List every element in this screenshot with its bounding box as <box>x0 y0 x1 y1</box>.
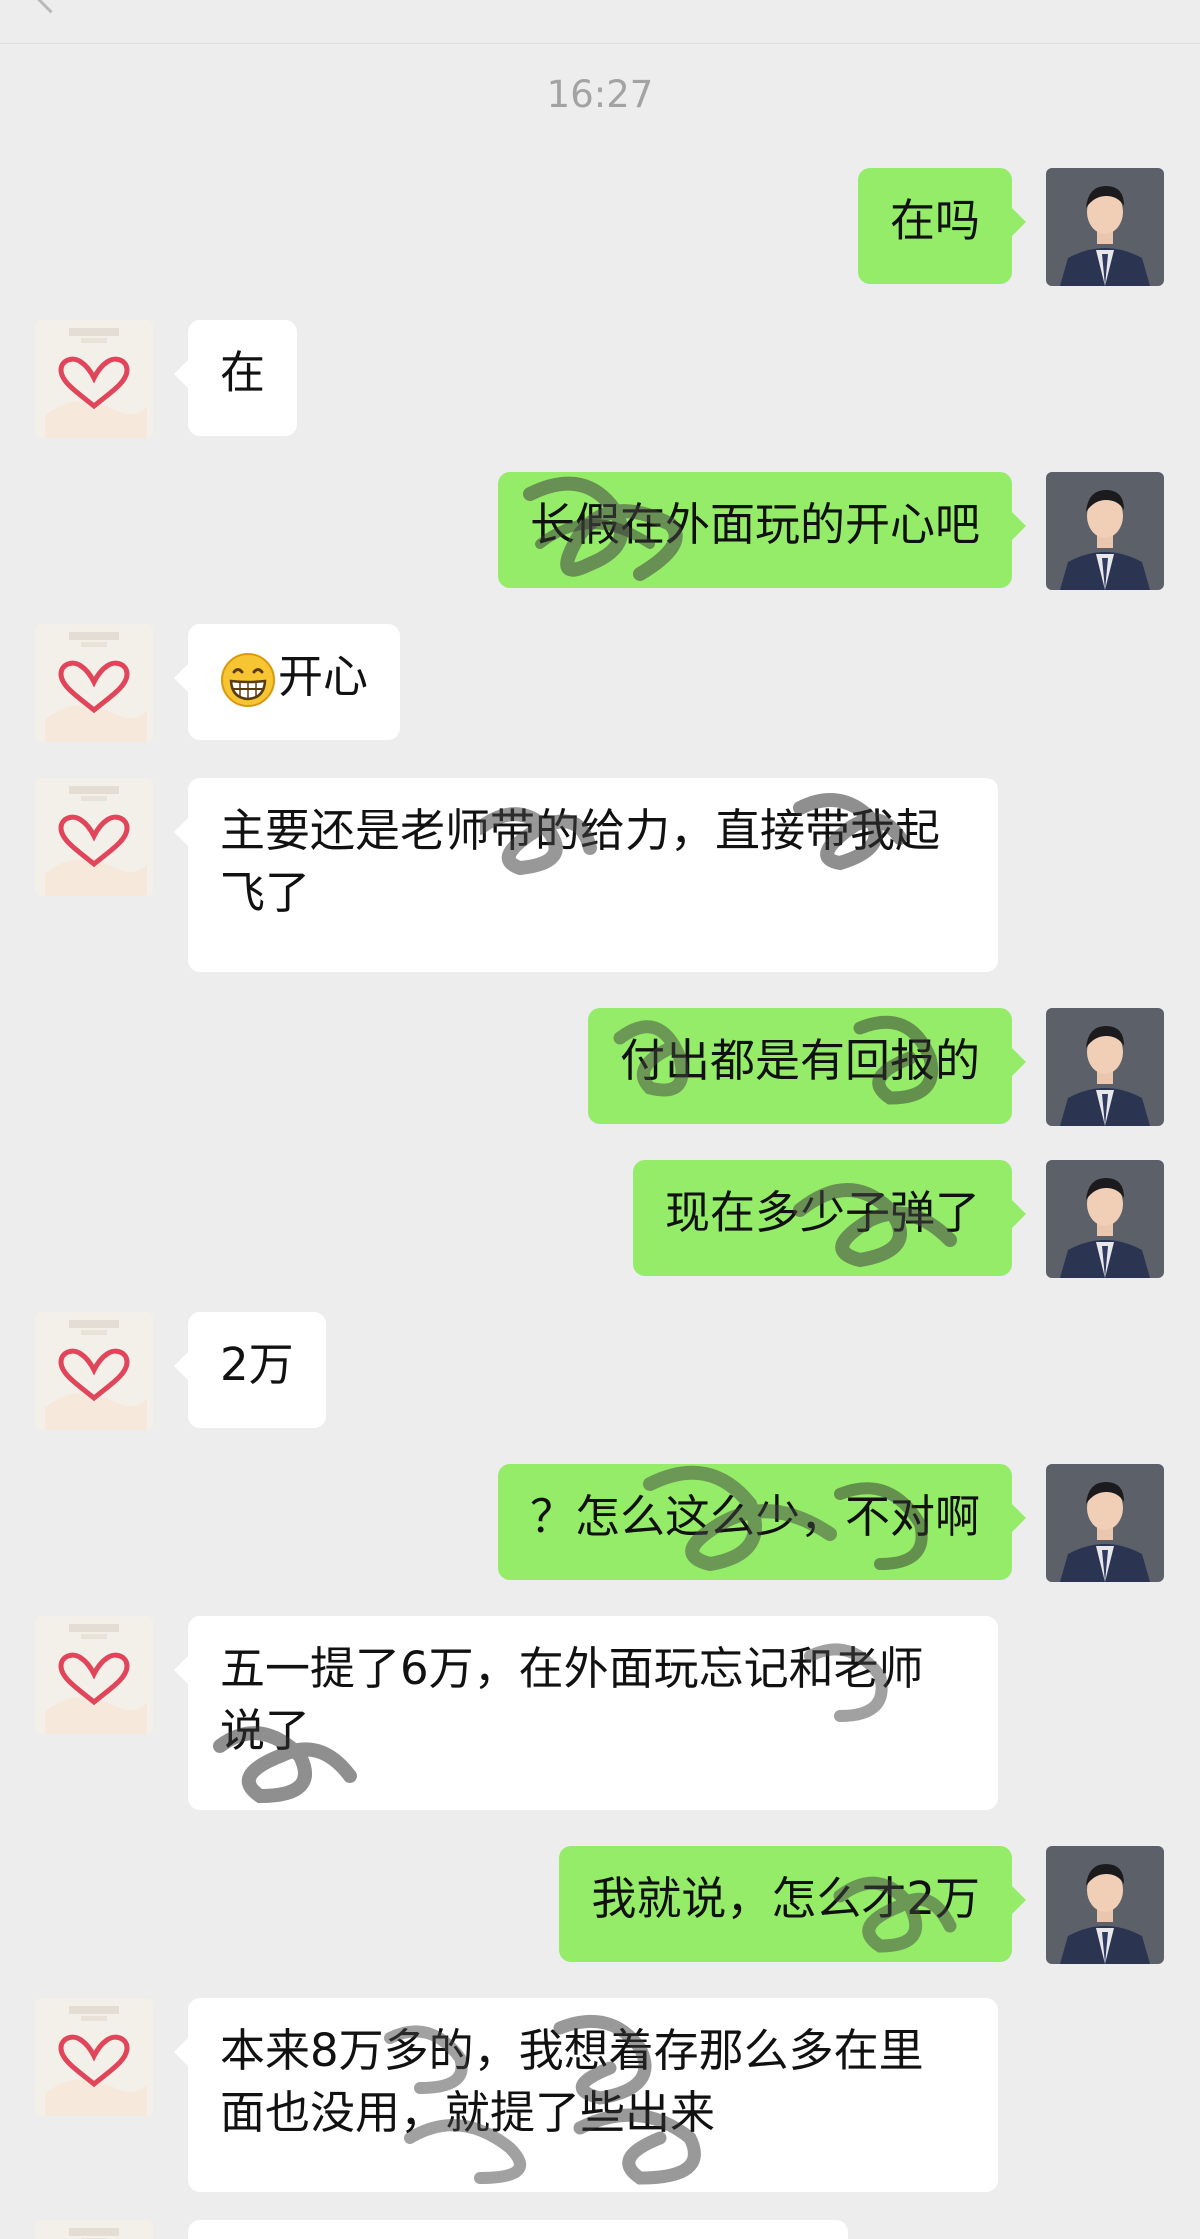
message-text: 主要还是老师带的给力，直接带我起飞了 <box>220 804 941 919</box>
message-text: 付出都是有回报的 <box>619 1034 980 1087</box>
man-in-suit-avatar-icon <box>1046 1160 1164 1278</box>
heart-hands-avatar-icon <box>35 624 153 742</box>
their-message-bubble[interactable]: 本来8万多的，我想着存那么多在里面也没用，就提了些出来 <box>174 1998 998 2192</box>
their-message-bubble[interactable]: 五一提了6万，在外面玩忘记和老师说了 <box>174 1616 998 1810</box>
grinning-face-icon <box>221 653 275 707</box>
message-text: 在吗 <box>889 194 980 247</box>
their-avatar[interactable] <box>35 1998 153 2116</box>
my-message-bubble[interactable]: 现在多少子弹了 <box>632 1160 1027 1276</box>
my-avatar[interactable] <box>1046 1160 1164 1278</box>
man-in-suit-avatar-icon <box>1046 1008 1164 1126</box>
their-message-bubble[interactable]: 主要还是老师带的给力，直接带我起飞了 <box>174 778 998 972</box>
message-text: 在 <box>220 346 266 399</box>
their-message-bubble[interactable] <box>188 2220 848 2239</box>
my-avatar[interactable] <box>1046 1464 1164 1582</box>
message-text: 长假在外面玩的开心吧 <box>529 498 980 551</box>
heart-hands-avatar-icon <box>35 778 153 896</box>
heart-hands-avatar-icon <box>35 320 153 438</box>
message-text: 五一提了6万，在外面玩忘记和老师说了 <box>220 1642 924 1757</box>
my-message-bubble[interactable]: ？怎么这么少，不对啊 <box>497 1464 1027 1580</box>
chat-title <box>500 0 700 6</box>
their-avatar[interactable] <box>35 1616 153 1734</box>
message-text: 现在多少子弹了 <box>664 1186 980 1239</box>
their-message-bubble[interactable]: 2万 <box>174 1312 326 1428</box>
heart-hands-avatar-icon <box>35 1616 153 1734</box>
my-avatar[interactable] <box>1046 472 1164 590</box>
message-timestamp: 16:27 <box>546 73 654 116</box>
heart-hands-avatar-icon <box>35 1998 153 2116</box>
man-in-suit-avatar-icon <box>1046 168 1164 286</box>
their-avatar[interactable] <box>35 320 153 438</box>
heart-hands-avatar-icon <box>35 1312 153 1430</box>
message-text: 2万 <box>220 1338 294 1391</box>
their-avatar[interactable] <box>35 624 153 742</box>
my-avatar[interactable] <box>1046 168 1164 286</box>
their-avatar[interactable] <box>35 778 153 896</box>
my-message-bubble[interactable]: 我就说，怎么才2万 <box>559 1846 1026 1962</box>
my-avatar[interactable] <box>1046 1008 1164 1126</box>
their-avatar[interactable] <box>35 2220 153 2239</box>
their-message-bubble[interactable]: 在 <box>173 320 298 436</box>
my-message-bubble[interactable]: 付出都是有回报的 <box>587 1008 1027 1124</box>
message-text: ？怎么这么少，不对啊 <box>529 1490 980 1543</box>
their-avatar[interactable] <box>35 1312 153 1430</box>
heart-hands-avatar-icon <box>35 2220 153 2239</box>
their-message-bubble[interactable]: 开心 <box>173 624 401 740</box>
chat-header <box>0 0 1200 44</box>
man-in-suit-avatar-icon <box>1046 1464 1164 1582</box>
message-text: 本来8万多的，我想着存那么多在里面也没用，就提了些出来 <box>220 2024 924 2139</box>
message-text: 开心 <box>278 650 369 703</box>
back-arrow-icon[interactable] <box>35 0 66 14</box>
man-in-suit-avatar-icon <box>1046 1846 1164 1964</box>
man-in-suit-avatar-icon <box>1046 472 1164 590</box>
message-text: 我就说，怎么才2万 <box>591 1872 980 1925</box>
my-message-bubble[interactable]: 长假在外面玩的开心吧 <box>497 472 1027 588</box>
my-avatar[interactable] <box>1046 1846 1164 1964</box>
my-message-bubble[interactable]: 在吗 <box>857 168 1027 284</box>
chat-screen: 16:27 在吗 在 长假在外面玩的开心吧 开心 主要还是老师带的给力，直接带我… <box>0 0 1200 2239</box>
